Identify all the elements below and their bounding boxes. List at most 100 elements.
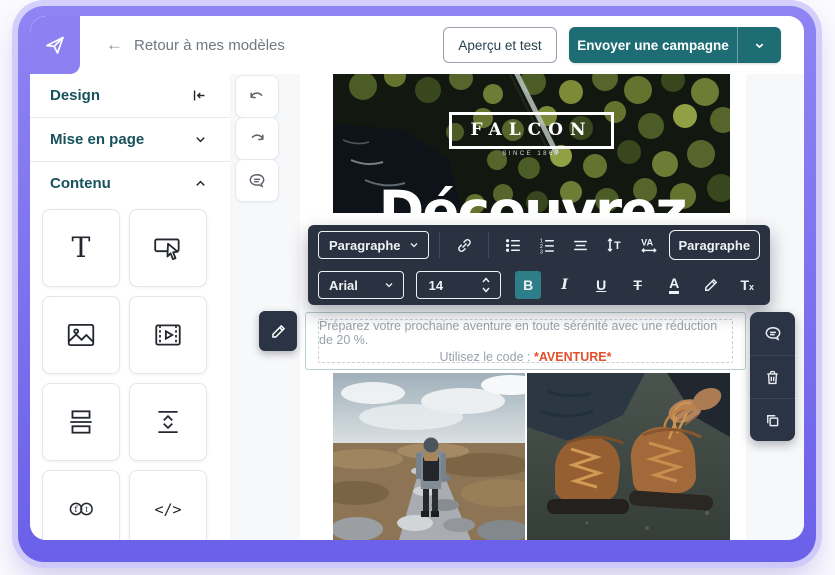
pencil-icon (702, 276, 720, 294)
block-text[interactable]: T (42, 209, 120, 287)
top-bar: ← Retour à mes modèles Aperçu et test En… (30, 16, 804, 74)
svg-text:3: 3 (539, 249, 542, 254)
clear-format-button[interactable]: Tx (734, 271, 760, 299)
svg-text:VA: VA (641, 237, 653, 247)
app-screen: FALCON SINCE 1867 Découvrez (0, 0, 835, 575)
chevron-down-icon (383, 279, 395, 291)
block-tag-label: Paragraphe (679, 238, 751, 253)
app-window: FALCON SINCE 1867 Découvrez (30, 16, 804, 540)
stepper-arrows-icon (480, 276, 492, 294)
redo-icon (247, 129, 267, 149)
italic-glyph: I (561, 277, 568, 293)
block-actions-rail (750, 312, 795, 441)
left-sidebar: Design Mise en page Contenu (30, 74, 230, 540)
sidebar-section-design[interactable]: Design (30, 74, 230, 117)
bold-button[interactable]: B (515, 271, 541, 299)
block-video[interactable] (129, 296, 207, 374)
block-social[interactable]: f t (42, 470, 120, 540)
undo-button[interactable] (235, 75, 279, 118)
redo-button[interactable] (235, 117, 279, 160)
brand-logo: FALCON SINCE 1867 (333, 112, 730, 157)
duplicate-button[interactable] (750, 398, 795, 441)
svg-text:t: t (85, 505, 88, 514)
block-code[interactable]: </> (129, 470, 207, 540)
video-block-icon (152, 319, 184, 351)
bulleted-list-icon[interactable] (499, 231, 527, 259)
button-block-icon (152, 232, 184, 264)
brand-tagline: SINCE 1867 (502, 151, 560, 157)
highlight-pencil-button[interactable] (698, 271, 724, 299)
strikethrough-button[interactable]: T (625, 271, 651, 299)
boots-image (527, 373, 730, 540)
bold-glyph: B (523, 277, 533, 293)
mise-en-page-label: Mise en page (50, 131, 144, 148)
contenu-label: Contenu (50, 175, 111, 192)
divider-block-icon (65, 406, 97, 438)
svg-text:</>: </> (154, 501, 181, 519)
comment-button[interactable] (750, 312, 795, 355)
undo-icon (247, 87, 267, 107)
edit-block-button[interactable] (259, 311, 297, 351)
hero-image[interactable]: FALCON SINCE 1867 (333, 68, 730, 213)
selected-text-block[interactable]: Préparez votre prochaine aventure en tou… (305, 312, 746, 370)
preview-test-button[interactable]: Aperçu et test (443, 27, 557, 63)
back-label: Retour à mes modèles (134, 37, 285, 54)
italic-button[interactable]: I (552, 271, 578, 299)
comment-icon (763, 324, 783, 344)
photo-hiker[interactable] (333, 373, 525, 540)
block-image[interactable] (42, 296, 120, 374)
clear-format-glyph: Tx (740, 277, 754, 293)
block-spacer[interactable] (129, 383, 207, 461)
promo-code: *AVENTURE* (534, 350, 612, 364)
underline-glyph: U (596, 277, 606, 293)
back-link[interactable]: ← Retour à mes modèles (106, 16, 285, 74)
design-label: Design (50, 87, 100, 104)
window-frame: FALCON SINCE 1867 Découvrez (18, 6, 816, 562)
send-campaign-button[interactable]: Envoyer une campagne (569, 27, 781, 63)
toolbar-row-1: Paragraphe (308, 225, 770, 265)
duplicate-icon (763, 411, 782, 430)
letter-spacing-icon[interactable]: VA (635, 231, 663, 259)
social-block-icon: f t (64, 492, 98, 526)
image-block-icon (65, 319, 97, 351)
paragraph-style-select[interactable]: Paragraphe (318, 231, 429, 259)
text-color-glyph: A (669, 276, 679, 294)
underline-button[interactable]: U (588, 271, 614, 299)
svg-text:T: T (72, 231, 91, 264)
toolbar-separator (439, 232, 440, 258)
strikethrough-glyph: T (633, 277, 642, 293)
sidebar-section-mise-en-page[interactable]: Mise en page (30, 118, 230, 161)
font-size-stepper[interactable]: 14 (416, 271, 502, 299)
text-color-button[interactable]: A (661, 271, 687, 299)
delete-button[interactable] (750, 355, 795, 398)
block-tag-button[interactable]: Paragraphe (669, 230, 760, 260)
comment-icon (247, 171, 267, 191)
align-icon[interactable] (567, 231, 595, 259)
comments-button[interactable] (235, 159, 279, 202)
toolbar-row-2: Arial 14 B I (308, 265, 770, 305)
hiker-image (333, 373, 525, 540)
photo-boots[interactable] (527, 373, 730, 540)
toolbar-separator (488, 232, 489, 258)
paragraph-line-1: Préparez votre prochaine aventure en tou… (319, 319, 732, 347)
block-button[interactable] (129, 209, 207, 287)
font-family-select[interactable]: Arial (318, 271, 404, 299)
paper-plane-icon (43, 33, 67, 57)
block-divider[interactable] (42, 383, 120, 461)
chevron-down-icon (753, 39, 766, 52)
code-block-icon: </> (149, 493, 187, 525)
collapse-panel-icon[interactable] (191, 87, 208, 104)
app-logo[interactable] (30, 16, 80, 74)
text-block-editable[interactable]: Préparez votre prochaine aventure en tou… (318, 319, 733, 363)
send-campaign-dropdown[interactable] (737, 27, 781, 63)
line-height-icon[interactable]: T (601, 231, 629, 259)
history-rail (235, 75, 279, 202)
sidebar-section-contenu[interactable]: Contenu (30, 162, 230, 205)
arrow-left-icon: ← (106, 35, 123, 55)
numbered-list-icon[interactable]: 1 2 3 (533, 231, 561, 259)
paragraph-style-value: Paragraphe (329, 238, 401, 253)
link-icon[interactable] (450, 231, 478, 259)
format-toolbar: Paragraphe (308, 225, 770, 305)
preview-test-label: Aperçu et test (458, 38, 541, 53)
text-block-icon: T (64, 231, 98, 265)
